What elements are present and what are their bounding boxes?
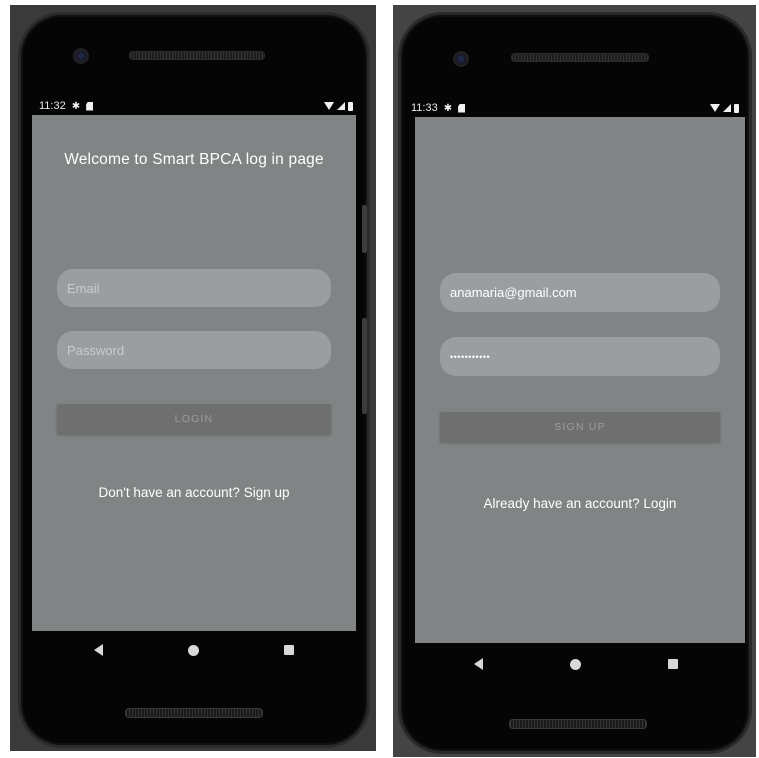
password-field[interactable]: ••••••••••• — [440, 337, 720, 376]
signup-button[interactable]: SIGN UP — [440, 412, 720, 442]
nav-home-icon[interactable] — [187, 644, 199, 656]
nav-recent-icon[interactable] — [284, 645, 295, 655]
bottom-speaker — [509, 719, 647, 729]
nav-recent-icon[interactable] — [667, 659, 678, 669]
login-button[interactable]: LOGIN — [57, 404, 331, 434]
app-screen: anamaria@gmail.com ••••••••••• SIGN UP A… — [415, 117, 745, 643]
sd-card-icon — [86, 101, 94, 111]
phone-frame: 11:32 ✱ Welcome to Smart BPCA log in pag… — [18, 12, 370, 748]
gear-icon: ✱ — [443, 102, 453, 114]
password-value: ••••••••••• — [450, 351, 491, 362]
login-link[interactable]: Already have an account? Login — [415, 496, 745, 511]
app-screen: Welcome to Smart BPCA log in page Email … — [32, 115, 356, 631]
navigation-bar — [51, 633, 337, 667]
password-placeholder: Password — [67, 342, 125, 358]
nav-home-icon[interactable] — [569, 658, 581, 670]
front-camera — [453, 51, 469, 67]
volume-button — [362, 205, 367, 253]
battery-icon — [734, 103, 739, 113]
signup-screenshot-panel: 11:33 ✱ anamaria@gmail.com ••••••••••• S… — [388, 0, 759, 758]
gear-icon: ✱ — [71, 100, 81, 112]
power-button — [362, 318, 367, 414]
wifi-icon — [710, 104, 720, 112]
nav-back-icon[interactable] — [93, 644, 103, 656]
battery-icon — [348, 101, 353, 111]
signup-link[interactable]: Don't have an account? Sign up — [32, 485, 356, 500]
wifi-icon — [324, 102, 334, 110]
password-field[interactable]: Password — [57, 331, 331, 369]
email-placeholder: Email — [67, 280, 100, 296]
page-title: Welcome to Smart BPCA log in page — [64, 151, 324, 168]
phone-frame: 11:33 ✱ anamaria@gmail.com ••••••••••• S… — [398, 12, 752, 754]
status-time: 11:32 — [39, 100, 66, 112]
cell-signal-icon — [723, 104, 731, 112]
nav-back-icon[interactable] — [474, 658, 484, 670]
status-right-icons — [324, 97, 353, 115]
email-field[interactable]: Email — [57, 269, 331, 307]
status-bar: 11:33 ✱ — [411, 99, 739, 117]
cell-signal-icon — [337, 102, 345, 110]
front-camera — [73, 48, 89, 64]
bottom-speaker — [125, 708, 263, 718]
navigation-bar — [431, 647, 721, 681]
email-field[interactable]: anamaria@gmail.com — [440, 273, 720, 312]
status-time: 11:33 — [411, 102, 438, 114]
sd-card-icon — [458, 103, 466, 113]
top-speaker — [129, 51, 265, 60]
top-speaker — [511, 53, 649, 62]
email-value: anamaria@gmail.com — [450, 285, 577, 300]
login-screenshot-panel: 11:32 ✱ Welcome to Smart BPCA log in pag… — [0, 0, 380, 758]
status-right-icons — [710, 99, 739, 117]
status-bar: 11:32 ✱ — [39, 97, 353, 115]
